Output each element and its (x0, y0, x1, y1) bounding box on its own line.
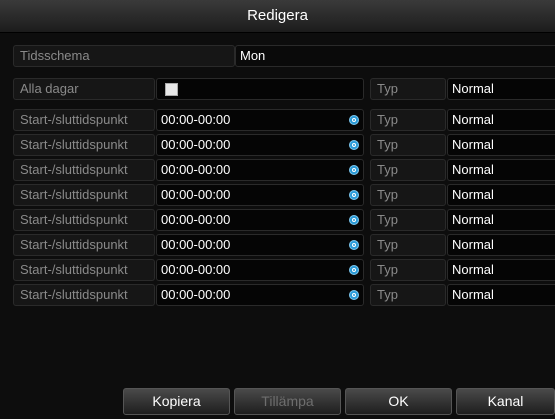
period-time-input[interactable]: 00:00-00:00 (156, 234, 364, 256)
edit-panel: Tidsschema Mon ⌄ Alla dagar Typ Normal ⌄… (0, 33, 555, 419)
period-row: Start-/sluttidspunkt 00:00-00:00 Typ Nor… (0, 209, 555, 231)
period-type-label: Typ (370, 159, 446, 181)
period-type-select[interactable]: Normal ⌄ (447, 109, 555, 131)
period-type-value: Normal (452, 112, 494, 127)
period-type-label: Typ (370, 134, 446, 156)
copy-button[interactable]: Kopiera (123, 388, 230, 415)
clock-icon[interactable] (349, 215, 359, 225)
period-label: Start-/sluttidspunkt (13, 134, 155, 156)
period-label: Start-/sluttidspunkt (13, 159, 155, 181)
period-row: Start-/sluttidspunkt 00:00-00:00 Typ Nor… (0, 234, 555, 256)
period-type-select[interactable]: Normal ⌄ (447, 284, 555, 306)
clock-icon[interactable] (349, 165, 359, 175)
all-days-cell (156, 78, 364, 100)
schedule-value: Mon (240, 48, 266, 63)
period-label: Start-/sluttidspunkt (13, 209, 155, 231)
period-time-value: 00:00-00:00 (161, 212, 231, 227)
period-time-value: 00:00-00:00 (161, 237, 231, 252)
period-time-input[interactable]: 00:00-00:00 (156, 259, 364, 281)
period-type-label: Typ (370, 184, 446, 206)
period-label: Start-/sluttidspunkt (13, 234, 155, 256)
all-days-type-label: Typ (370, 78, 446, 100)
period-time-input[interactable]: 00:00-00:00 (156, 184, 364, 206)
period-time-value: 00:00-00:00 (161, 112, 231, 127)
all-days-type-select[interactable]: Normal ⌄ (447, 78, 555, 100)
period-type-value: Normal (452, 212, 494, 227)
period-row: Start-/sluttidspunkt 00:00-00:00 Typ Nor… (0, 184, 555, 206)
apply-button[interactable]: Tillämpa (234, 388, 341, 415)
clock-icon[interactable] (349, 190, 359, 200)
period-time-value: 00:00-00:00 (161, 262, 231, 277)
period-type-select[interactable]: Normal ⌄ (447, 134, 555, 156)
period-label: Start-/sluttidspunkt (13, 284, 155, 306)
clock-icon[interactable] (349, 240, 359, 250)
period-type-label: Typ (370, 284, 446, 306)
period-row: Start-/sluttidspunkt 00:00-00:00 Typ Nor… (0, 109, 555, 131)
window-title: Redigera (0, 0, 555, 33)
period-type-value: Normal (452, 287, 494, 302)
all-days-checkbox[interactable] (165, 83, 178, 96)
period-time-value: 00:00-00:00 (161, 137, 231, 152)
ok-button[interactable]: OK (345, 388, 452, 415)
period-time-input[interactable]: 00:00-00:00 (156, 284, 364, 306)
period-label: Start-/sluttidspunkt (13, 259, 155, 281)
schedule-select[interactable]: Mon ⌄ (235, 45, 555, 67)
period-type-label: Typ (370, 259, 446, 281)
clock-icon[interactable] (349, 140, 359, 150)
period-time-input[interactable]: 00:00-00:00 (156, 209, 364, 231)
clock-icon[interactable] (349, 265, 359, 275)
period-row: Start-/sluttidspunkt 00:00-00:00 Typ Nor… (0, 284, 555, 306)
period-type-select[interactable]: Normal ⌄ (447, 234, 555, 256)
period-label: Start-/sluttidspunkt (13, 184, 155, 206)
period-type-select[interactable]: Normal ⌄ (447, 159, 555, 181)
period-type-select[interactable]: Normal ⌄ (447, 259, 555, 281)
all-days-row: Alla dagar Typ Normal ⌄ (0, 78, 555, 100)
period-time-value: 00:00-00:00 (161, 287, 231, 302)
period-type-value: Normal (452, 237, 494, 252)
period-type-label: Typ (370, 109, 446, 131)
period-type-value: Normal (452, 137, 494, 152)
period-time-value: 00:00-00:00 (161, 187, 231, 202)
cancel-button[interactable]: Kanal (456, 388, 555, 415)
period-type-label: Typ (370, 209, 446, 231)
period-time-input[interactable]: 00:00-00:00 (156, 134, 364, 156)
period-type-label: Typ (370, 234, 446, 256)
period-type-select[interactable]: Normal ⌄ (447, 209, 555, 231)
clock-icon[interactable] (349, 115, 359, 125)
schedule-row: Tidsschema Mon ⌄ (0, 45, 555, 67)
period-row: Start-/sluttidspunkt 00:00-00:00 Typ Nor… (0, 134, 555, 156)
schedule-label: Tidsschema (13, 45, 235, 67)
period-type-value: Normal (452, 162, 494, 177)
period-type-value: Normal (452, 187, 494, 202)
period-label: Start-/sluttidspunkt (13, 109, 155, 131)
period-time-input[interactable]: 00:00-00:00 (156, 159, 364, 181)
period-type-select[interactable]: Normal ⌄ (447, 184, 555, 206)
all-days-label: Alla dagar (13, 78, 155, 100)
period-row: Start-/sluttidspunkt 00:00-00:00 Typ Nor… (0, 259, 555, 281)
all-days-type-value: Normal (452, 81, 494, 96)
period-time-input[interactable]: 00:00-00:00 (156, 109, 364, 131)
period-time-value: 00:00-00:00 (161, 162, 231, 177)
period-type-value: Normal (452, 262, 494, 277)
period-row: Start-/sluttidspunkt 00:00-00:00 Typ Nor… (0, 159, 555, 181)
clock-icon[interactable] (349, 290, 359, 300)
